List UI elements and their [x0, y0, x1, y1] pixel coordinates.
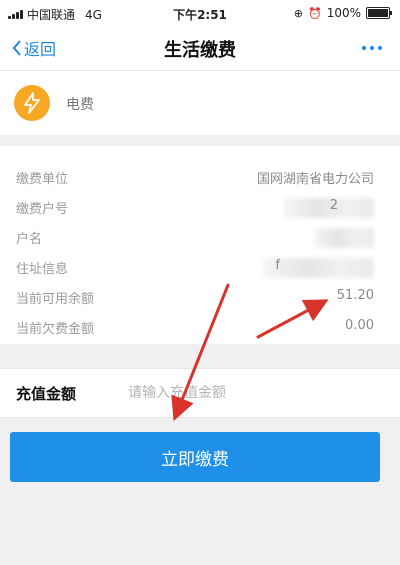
info-label: 当前可用余额: [16, 292, 95, 307]
back-label: 返回: [24, 40, 57, 59]
redacted-blur: [264, 258, 374, 278]
lock-rotation-icon: ⊕: [293, 6, 303, 20]
info-row: 当前可用余额 51.20: [0, 282, 400, 312]
battery-fill: [368, 9, 388, 17]
arrears-value: 0.00: [345, 318, 374, 333]
redacted-blur: [314, 228, 374, 248]
page-title: 生活缴费: [164, 40, 236, 61]
status-bar: 中国联通 4G 下午2:51 ⊕ ⏰ 100%: [0, 0, 400, 26]
info-label: 缴费户号: [16, 202, 69, 217]
info-row: 缴费户号 2: [0, 192, 400, 222]
more-dots-icon[interactable]: [362, 46, 382, 50]
info-value: 2: [329, 198, 338, 213]
info-value: f: [275, 258, 280, 273]
info-label: 当前欠费金额: [16, 322, 95, 337]
info-row: 住址信息 f: [0, 252, 400, 282]
info-label: 住址信息: [16, 262, 69, 277]
biller-type: 电费: [66, 97, 94, 113]
account-info-panel: 缴费单位 国网湖南省电力公司 缴费户号 2 户名 住址信息 f 当前可用余额 5…: [0, 146, 400, 344]
info-row: 当前欠费金额 0.00: [0, 312, 400, 342]
navigation-bar: 返回 生活缴费: [0, 26, 400, 71]
info-row: 户名: [0, 222, 400, 252]
chevron-left-icon: [12, 40, 21, 56]
back-button[interactable]: 返回: [12, 36, 56, 60]
info-label: 缴费单位: [16, 172, 69, 187]
status-right: ⊕ ⏰ 100%: [293, 6, 392, 20]
recharge-amount-label: 充值金额: [16, 385, 77, 403]
recharge-amount-input[interactable]: [126, 379, 380, 407]
battery-label: 100%: [326, 6, 361, 20]
info-row: 缴费单位 国网湖南省电力公司: [0, 162, 400, 192]
info-value: 国网湖南省电力公司: [256, 172, 374, 187]
pay-now-button[interactable]: 立即缴费: [10, 432, 380, 482]
info-label: 户名: [16, 232, 43, 247]
battery-icon: [366, 7, 392, 19]
lightning-icon: [14, 85, 50, 121]
balance-value: 51.20: [336, 288, 374, 303]
alarm-icon: ⏰: [307, 6, 322, 20]
biller-header: 电费: [0, 71, 400, 135]
recharge-amount-row: 充值金额: [0, 368, 400, 418]
